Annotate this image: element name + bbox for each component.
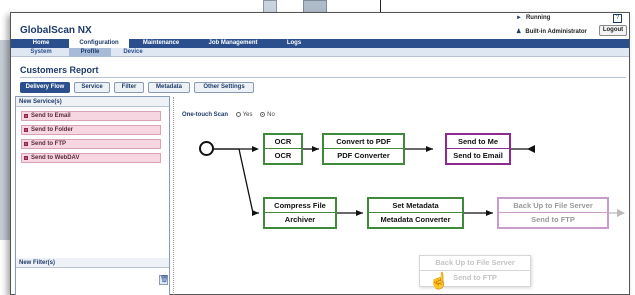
tab-metadata[interactable]: Metadata [148, 82, 190, 93]
node-subtitle: OCR [274, 151, 292, 160]
user-icon: ♟ [516, 29, 522, 35]
subnav-device[interactable]: Device [115, 48, 151, 57]
arrow-head [312, 146, 319, 152]
node-subtitle: Metadata Converter [380, 215, 451, 224]
background-window-edge [0, 40, 10, 240]
filters-heading: New Filter(s) [16, 258, 169, 268]
tab-delivery-flow[interactable]: Delivery Flow [20, 82, 70, 93]
node-subtitle: Archiver [284, 215, 316, 224]
app-window: GlobalScan NX ► Running ♟ Built-in Adminis… [10, 12, 630, 295]
connector-line [213, 148, 254, 214]
app-logo: GlobalScan NX [20, 25, 92, 36]
node-subtitle: Send to Email [453, 151, 503, 160]
service-label: Send to WebDAV [31, 155, 80, 161]
flow-node-compress-file[interactable]: Compress File Archiver [263, 197, 337, 229]
flow-node-set-metadata[interactable]: Set Metadata Metadata Converter [367, 197, 464, 229]
service-item-send-to-folder[interactable]: Send to Folder [21, 125, 161, 135]
radio-button[interactable] [235, 112, 241, 117]
subnav-system[interactable]: System [17, 48, 65, 57]
flow-node-ocr[interactable]: OCR OCR [263, 133, 303, 165]
arrow-head [252, 210, 259, 216]
service-icon [24, 114, 28, 118]
user-name: Built-in Administrator [525, 29, 587, 35]
arrow-head [252, 146, 259, 152]
nav-maintenance[interactable]: Maintenance [133, 39, 189, 48]
play-icon: ► [516, 15, 522, 21]
node-subtitle: Send to FTP [531, 215, 575, 224]
radio-no-label: No [267, 112, 275, 119]
status-indicator: ► Running [516, 15, 550, 21]
node-title: Send to Me [447, 135, 509, 149]
tab-other-settings[interactable]: Other Settings [194, 82, 254, 93]
service-item-send-to-ftp[interactable]: Send to FTP [21, 139, 161, 149]
arrow-head [426, 146, 433, 152]
tab-filter[interactable]: Filter [114, 82, 144, 93]
user-info: ♟ Built-in Administrator [516, 28, 587, 35]
panel-splitter[interactable] [173, 97, 175, 295]
arrow-head [356, 210, 363, 216]
flow-start-node [199, 141, 214, 156]
radio-yes-label: Yes [242, 112, 253, 119]
service-item-send-to-webdav[interactable]: Send to WebDAV [21, 153, 161, 163]
service-label: Send to Folder [31, 127, 73, 133]
nav-configuration[interactable]: Configuration [69, 39, 129, 48]
node-title: OCR [265, 135, 301, 149]
service-icon [24, 128, 28, 132]
hand-cursor-icon: ☝ [429, 273, 449, 290]
services-heading: New Service(s) [16, 97, 169, 107]
secondary-nav: System Profile Device [11, 48, 629, 57]
end-marker [527, 145, 535, 153]
one-touch-scan-setting: One-touch Scan Yes No [182, 112, 275, 118]
node-title: Back Up to File Server [420, 256, 530, 271]
arrow-head [486, 210, 493, 216]
radio-no[interactable]: No [260, 112, 275, 118]
node-title: Set Metadata [369, 199, 462, 213]
nav-job-management[interactable]: Job Management [193, 39, 273, 48]
service-icon [24, 142, 28, 146]
primary-nav: Home Configuration Maintenance Job Manag… [11, 39, 629, 48]
logout-button[interactable]: Logout [599, 25, 627, 36]
node-subtitle: PDF Converter [337, 151, 390, 160]
page-title: Customers Report [20, 65, 99, 75]
delivery-flow-canvas: OCR OCR Convert to PDF PDF Converter Sen… [179, 121, 629, 295]
service-item-send-to-email[interactable]: Send to Email [21, 111, 161, 121]
one-touch-scan-label: One-touch Scan [182, 112, 229, 119]
node-title: Compress File [265, 199, 335, 213]
service-label: Send to Email [31, 113, 71, 119]
flow-node-send-to-me[interactable]: Send to Me Send to Email [445, 133, 511, 165]
service-icon [24, 156, 28, 160]
trash-icon[interactable]: 🗑 [159, 275, 169, 285]
service-label: Send to FTP [31, 141, 66, 147]
divider [20, 77, 626, 78]
subnav-profile[interactable]: Profile [69, 48, 111, 57]
tab-service[interactable]: Service [74, 82, 110, 93]
app-header: GlobalScan NX ► Running ♟ Built-in Adminis… [11, 13, 629, 39]
flow-node-back-up-to-file-server[interactable]: Back Up to File Server Send to FTP [497, 197, 609, 229]
node-title: Convert to PDF [324, 135, 403, 149]
flow-node-convert-to-pdf[interactable]: Convert to PDF PDF Converter [322, 133, 405, 165]
radio-yes[interactable]: Yes [235, 112, 253, 119]
end-marker [617, 209, 625, 217]
palette-panel: New Service(s) Send to Email Send to Fol… [15, 96, 170, 295]
node-title: Back Up to File Server [499, 199, 607, 213]
status-text: Running [525, 15, 551, 21]
radio-button-selected[interactable] [260, 112, 266, 117]
nav-home[interactable]: Home [17, 39, 65, 48]
nav-logs[interactable]: Logs [277, 39, 311, 48]
screenshot-stage: GlobalScan NX ► Running ♟ Built-in Adminis… [0, 0, 635, 295]
help-button[interactable]: ? [613, 14, 622, 23]
